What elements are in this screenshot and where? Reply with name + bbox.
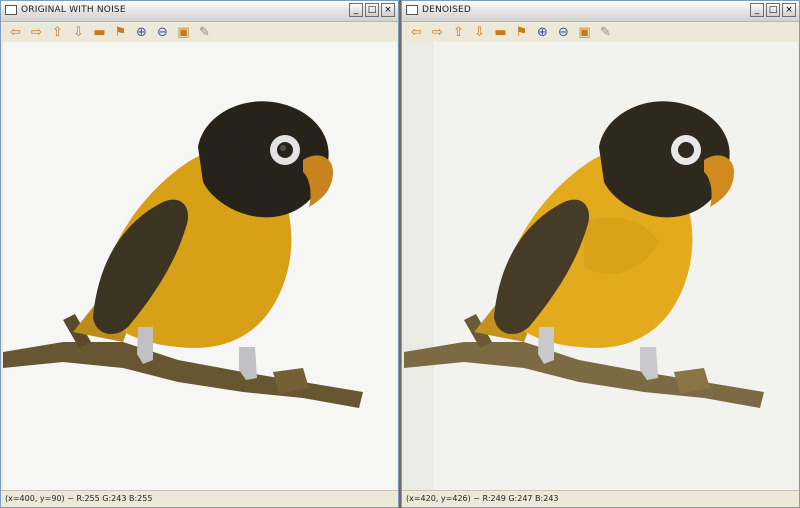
arrow-left-icon[interactable]: ⇦ <box>408 24 425 41</box>
title-bar[interactable]: DENOISED _ □ × <box>402 1 799 22</box>
window-icon <box>406 5 418 15</box>
window-denoised: DENOISED _ □ × ⇦ ⇨ ⇧ ⇩ ▬ ⚑ ⊕ ⊖ ▣ ✎ (x=42… <box>401 0 800 508</box>
save-icon[interactable]: ▬ <box>91 24 108 41</box>
image-icon[interactable]: ⚑ <box>513 24 530 41</box>
arrow-down-icon[interactable]: ⇩ <box>70 24 87 41</box>
zoom-out-icon[interactable]: ⊖ <box>555 24 572 41</box>
zoom-in-icon[interactable]: ⊕ <box>534 24 551 41</box>
status-bar: (x=400, y=90) ~ R:255 G:243 B:255 <box>1 490 398 507</box>
toolbar: ⇦ ⇨ ⇧ ⇩ ▬ ⚑ ⊕ ⊖ ▣ ✎ <box>1 22 398 42</box>
floppy-icon[interactable]: ▣ <box>576 24 593 41</box>
arrow-up-icon[interactable]: ⇧ <box>450 24 467 41</box>
maximize-button[interactable]: □ <box>766 3 780 17</box>
image-icon[interactable]: ⚑ <box>112 24 129 41</box>
properties-icon[interactable]: ✎ <box>196 24 213 41</box>
arrow-up-icon[interactable]: ⇧ <box>49 24 66 41</box>
window-icon <box>5 5 17 15</box>
window-original: ORIGINAL WITH NOISE _ □ × ⇦ ⇨ ⇧ ⇩ ▬ ⚑ ⊕ … <box>0 0 399 508</box>
status-bar: (x=420, y=426) ~ R:249 G:247 B:243 <box>402 490 799 507</box>
minimize-button[interactable]: _ <box>750 3 764 17</box>
toolbar: ⇦ ⇨ ⇧ ⇩ ▬ ⚑ ⊕ ⊖ ▣ ✎ <box>402 22 799 42</box>
parrot-image <box>404 42 764 491</box>
properties-icon[interactable]: ✎ <box>597 24 614 41</box>
title-bar[interactable]: ORIGINAL WITH NOISE _ □ × <box>1 1 398 22</box>
parrot-image <box>3 101 363 408</box>
arrow-left-icon[interactable]: ⇦ <box>7 24 24 41</box>
image-view[interactable] <box>3 42 397 491</box>
close-button[interactable]: × <box>782 3 796 17</box>
zoom-out-icon[interactable]: ⊖ <box>154 24 171 41</box>
image-view[interactable] <box>404 42 798 491</box>
zoom-in-icon[interactable]: ⊕ <box>133 24 150 41</box>
save-icon[interactable]: ▬ <box>492 24 509 41</box>
close-button[interactable]: × <box>381 3 395 17</box>
minimize-button[interactable]: _ <box>349 3 363 17</box>
arrow-right-icon[interactable]: ⇨ <box>429 24 446 41</box>
arrow-down-icon[interactable]: ⇩ <box>471 24 488 41</box>
window-title: DENOISED <box>422 5 472 15</box>
arrow-right-icon[interactable]: ⇨ <box>28 24 45 41</box>
window-title: ORIGINAL WITH NOISE <box>21 5 126 15</box>
maximize-button[interactable]: □ <box>365 3 379 17</box>
floppy-icon[interactable]: ▣ <box>175 24 192 41</box>
